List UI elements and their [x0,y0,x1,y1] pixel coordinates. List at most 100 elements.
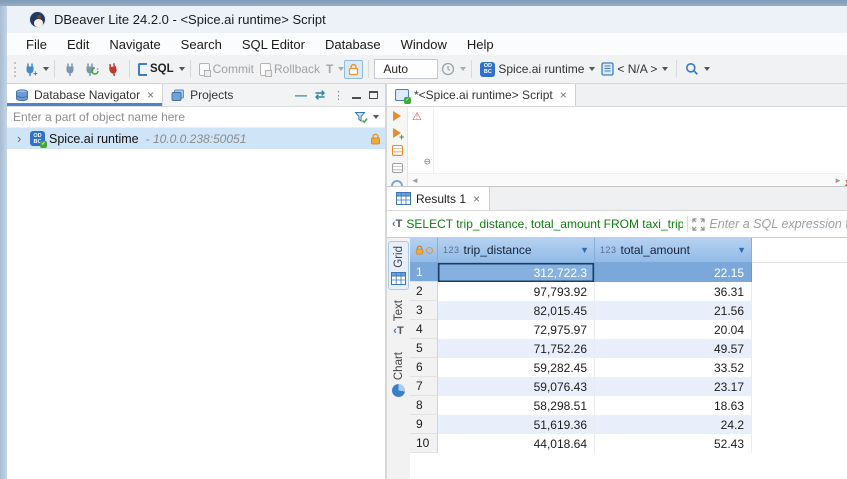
cell-trip-distance[interactable]: 312,722.3 [438,263,595,282]
menu-database[interactable]: Database [315,35,391,54]
execute-statement-button[interactable] [393,111,401,121]
tab-projects[interactable]: Projects [163,84,241,106]
column-header-trip-distance[interactable]: 123 trip_distance ▼ [438,238,595,263]
cell-trip-distance[interactable]: 82,015.45 [438,301,595,320]
row-number-cell[interactable]: 5 [410,339,438,358]
cell-trip-distance[interactable]: 97,793.92 [438,282,595,301]
cell-total-amount[interactable]: 20.04 [595,320,752,339]
new-connection-button[interactable]: + [20,60,41,79]
explain-plan-button[interactable] [392,163,403,174]
editor-extra-icon[interactable] [391,180,403,186]
sort-caret-icon[interactable]: ▼ [580,245,589,255]
cell-trip-distance[interactable]: 71,752.26 [438,339,595,358]
connect-button[interactable] [60,60,81,79]
execute-script-button[interactable] [392,145,403,156]
object-filter-input[interactable] [13,110,354,124]
minimize-view-icon[interactable] [352,91,361,99]
cell-trip-distance[interactable]: 51,619.36 [438,415,595,434]
commit-mode-combo[interactable]: Auto [374,59,438,79]
tab-script-editor[interactable]: *<Spice.ai runtime> Script × [387,84,576,106]
tab-database-navigator[interactable]: Database Navigator × [7,84,163,106]
menu-edit[interactable]: Edit [57,35,99,54]
active-connection-selector[interactable]: OD BC Spice.ai runtime [477,60,598,79]
cell-trip-distance[interactable]: 59,076.43 [438,377,595,396]
menu-help[interactable]: Help [457,35,504,54]
row-number-cell[interactable]: 1 [410,263,438,282]
row-number-cell[interactable]: 9 [410,415,438,434]
row-number-cell[interactable]: 2 [410,282,438,301]
cell-total-amount[interactable]: 22.15 [595,263,752,282]
scroll-left-icon[interactable]: ◄ [411,176,419,185]
editor-horizontal-scrollbar[interactable]: ◄ ► [408,173,845,186]
fold-collapse-icon[interactable]: ⊖ [424,151,431,172]
row-number-cell[interactable]: 8 [410,396,438,415]
row-number-cell[interactable]: 3 [410,301,438,320]
view-tab-text[interactable]: Text ‹ T [390,295,408,342]
reconnect-button[interactable] [81,60,103,79]
maximize-view-icon[interactable] [369,91,378,99]
table-row: 2 97,793.92 36.31 [410,282,847,301]
result-filter-input[interactable] [709,217,847,231]
search-caret[interactable] [704,67,710,71]
transaction-history-button[interactable] [438,60,458,78]
cell-trip-distance[interactable]: 44,018.64 [438,434,595,453]
view-tab-grid[interactable]: Grid [388,241,409,290]
expand-filter-icon[interactable] [692,218,705,231]
tree-expander-icon[interactable]: › [17,131,26,146]
close-icon[interactable]: × [560,88,567,102]
menu-search[interactable]: Search [171,35,232,54]
scroll-right-icon[interactable]: ► [834,176,842,185]
view-menu-icon[interactable]: ⋮ [333,89,344,102]
menu-navigate[interactable]: Navigate [99,35,170,54]
toolbar-separator [129,60,130,78]
transaction-history-caret[interactable] [460,67,466,71]
commit-button[interactable]: Commit [196,60,257,78]
tab-projects-label: Projects [190,88,233,102]
navigator-panel-actions: — ⇄ ⋮ [295,84,385,106]
search-button[interactable] [682,60,702,78]
tab-results-1[interactable]: Results 1 × [387,187,490,210]
cell-total-amount[interactable]: 33.52 [595,358,752,377]
new-sql-editor-button[interactable]: SQL [135,61,177,78]
row-filler [752,396,847,415]
rollback-button[interactable]: Rollback [257,60,323,78]
odbc-connection-icon: OD BC [30,131,45,146]
cell-total-amount[interactable]: 18.63 [595,396,752,415]
row-number-cell[interactable]: 4 [410,320,438,339]
cell-total-amount[interactable]: 49.57 [595,339,752,358]
cell-trip-distance[interactable]: 72,975.97 [438,320,595,339]
cell-total-amount[interactable]: 24.2 [595,415,752,434]
grid-corner-cell[interactable] [410,238,438,263]
close-icon[interactable]: × [147,88,154,102]
cell-total-amount[interactable]: 23.17 [595,377,752,396]
column-header-total-amount[interactable]: 123 total_amount ▼ [595,238,752,263]
connection-tree-item[interactable]: › OD BC Spice.ai runtime - 10.0.0.238:50… [7,128,385,149]
row-number-cell[interactable]: 7 [410,377,438,396]
rollback-icon [260,63,271,76]
new-connection-caret[interactable] [43,67,49,71]
execute-new-tab-button[interactable] [393,128,401,138]
filter-caret[interactable] [373,115,379,119]
active-schema-selector[interactable]: < N/A > [598,60,671,78]
cell-trip-distance[interactable]: 58,298.51 [438,396,595,415]
collapse-all-icon[interactable]: — [295,88,307,102]
transaction-log-button[interactable]: T [323,60,336,78]
connection-lock-toggle[interactable] [344,60,363,79]
link-with-editor-icon[interactable]: ⇄ [315,88,325,102]
disconnect-button[interactable] [103,60,124,79]
sql-editor-caret[interactable] [179,67,185,71]
menu-file[interactable]: File [16,35,57,54]
menu-window[interactable]: Window [391,35,457,54]
cell-total-amount[interactable]: 36.31 [595,282,752,301]
filter-funnel-icon[interactable] [354,111,368,124]
cell-trip-distance[interactable]: 59,282.45 [438,358,595,377]
row-number-cell[interactable]: 10 [410,434,438,453]
row-number-cell[interactable]: 6 [410,358,438,377]
cell-total-amount[interactable]: 21.56 [595,301,752,320]
view-tab-chart[interactable]: Chart [389,347,408,402]
close-icon[interactable]: × [473,192,480,206]
cell-total-amount[interactable]: 52.43 [595,434,752,453]
active-connection-name: Spice.ai runtime [498,62,584,76]
menu-sql-editor[interactable]: SQL Editor [232,35,315,54]
sort-caret-icon[interactable]: ▼ [737,245,746,255]
